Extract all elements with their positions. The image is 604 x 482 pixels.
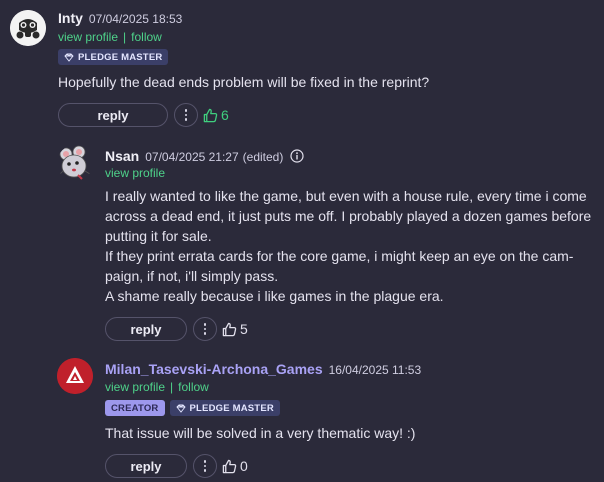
view-profile-link[interactable]: view profile <box>105 166 165 180</box>
comment-milan: Milan_Tasevski-Archona_Games 16/04/2025 … <box>0 352 604 482</box>
more-options-button[interactable] <box>193 317 217 341</box>
view-profile-link[interactable]: view profile <box>105 380 165 394</box>
comment-date: 07/04/2025 21:27 <box>145 150 239 164</box>
comment-nsan: Nsan 07/04/2025 21:27 (edited) view prof… <box>0 140 604 345</box>
like-count: 6 <box>221 107 229 123</box>
link-separator: | <box>170 380 174 394</box>
diamond-icon <box>64 53 74 62</box>
username[interactable]: Nsan <box>105 148 139 164</box>
comment-text-line: Hopefully the dead ends problem will be … <box>58 74 430 90</box>
like-button[interactable]: 0 <box>222 458 248 474</box>
reply-button[interactable]: reply <box>105 317 187 341</box>
comment-text-line: paign, if not, i'll simply pass. <box>105 268 279 284</box>
thumbs-up-icon <box>203 108 218 122</box>
comment-text-line: across a dead end, it just puts me off. … <box>105 208 592 224</box>
comment-date: 07/04/2025 18:53 <box>88 12 183 26</box>
link-separator: | <box>123 30 127 44</box>
reply-button[interactable]: reply <box>58 103 168 127</box>
comment-text-line: putting it for sale. <box>105 228 212 244</box>
more-options-button[interactable] <box>174 103 198 127</box>
comment-text-line: I really wanted to like the game, but ev… <box>105 188 587 204</box>
username[interactable]: Inty <box>58 10 83 26</box>
comment-text-line: A shame really because i like games in t… <box>105 288 444 304</box>
username[interactable]: Milan_Tasevski-Archona_Games <box>105 361 323 377</box>
rat-icon <box>58 145 91 180</box>
more-options-button[interactable] <box>193 454 217 478</box>
view-profile-link[interactable]: view profile <box>58 30 118 44</box>
badge-label: PLEDGE MASTER <box>189 402 274 414</box>
like-count: 5 <box>240 321 248 337</box>
pledge-master-badge: PLEDGE MASTER <box>169 400 280 416</box>
gasmask-icon <box>10 10 46 46</box>
archona-logo-icon <box>57 358 93 394</box>
comment-text-line: If they print errata cards for the core … <box>105 248 574 264</box>
info-icon[interactable] <box>290 149 304 163</box>
comment-body: That issue will be solved in a very them… <box>105 423 595 443</box>
thumbs-up-icon <box>222 459 237 473</box>
pledge-master-badge: PLEDGE MASTER <box>58 49 169 65</box>
comment-body: I really wanted to like the game, but ev… <box>105 186 595 306</box>
reply-button[interactable]: reply <box>105 454 187 478</box>
comment-body: Hopefully the dead ends problem will be … <box>58 72 588 92</box>
badge-label: PLEDGE MASTER <box>78 51 163 63</box>
follow-link[interactable]: follow <box>131 30 162 44</box>
like-button[interactable]: 6 <box>203 107 229 123</box>
avatar[interactable] <box>57 358 93 394</box>
thumbs-up-icon <box>222 322 237 336</box>
comment-date: 16/04/2025 11:53 <box>328 363 422 377</box>
like-button[interactable]: 5 <box>222 321 248 337</box>
avatar[interactable] <box>57 145 93 181</box>
creator-badge: CREATOR <box>105 400 165 416</box>
comment-inty: Inty 07/04/2025 18:53 view profile | follo… <box>0 0 604 130</box>
follow-link[interactable]: follow <box>178 380 209 394</box>
comment-text-line: That issue will be solved in a very them… <box>105 425 416 441</box>
edited-label: (edited) <box>242 150 284 164</box>
like-count: 0 <box>240 458 248 474</box>
diamond-icon <box>175 404 186 413</box>
avatar[interactable] <box>10 10 46 46</box>
